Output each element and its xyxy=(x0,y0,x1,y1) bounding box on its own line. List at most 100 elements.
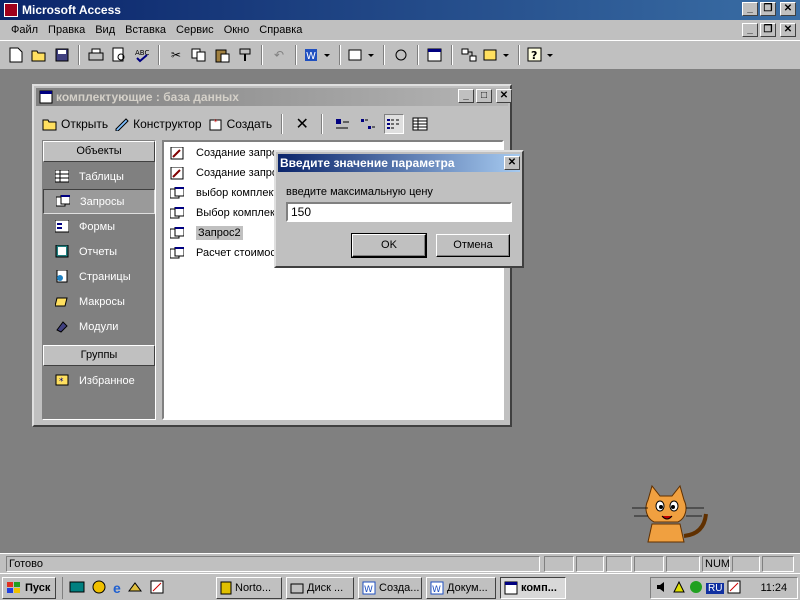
access-app-icon xyxy=(4,3,18,17)
app-window-controls: _ ❐ ✕ xyxy=(742,2,796,16)
cancel-button[interactable]: Отмена xyxy=(436,234,510,257)
channels-icon[interactable] xyxy=(127,579,143,598)
print-icon[interactable] xyxy=(86,45,106,65)
design-button[interactable]: Конструктор xyxy=(114,117,202,131)
internet-explorer-icon[interactable]: e xyxy=(113,580,121,596)
doc-close-icon[interactable]: ✕ xyxy=(780,23,796,37)
ok-button[interactable]: OK xyxy=(351,233,427,258)
status-cell xyxy=(544,556,574,572)
clock[interactable]: 11:24 xyxy=(760,582,787,594)
show-desktop-icon[interactable] xyxy=(69,579,85,598)
status-cell xyxy=(732,556,760,572)
query-icon xyxy=(56,195,70,207)
dialog-title-bar[interactable]: Введите значение параметра ✕ xyxy=(278,154,520,172)
dialog-title: Введите значение параметра xyxy=(280,156,455,170)
spelling-icon[interactable]: ABC xyxy=(132,45,152,65)
paste-icon[interactable] xyxy=(212,45,232,65)
new-object-icon[interactable] xyxy=(482,45,512,65)
design-button-label: Конструктор xyxy=(133,117,202,131)
properties-icon[interactable] xyxy=(425,45,445,65)
menu-help[interactable]: Справка xyxy=(254,24,307,36)
copy-icon[interactable] xyxy=(189,45,209,65)
form-icon xyxy=(55,220,69,233)
print-preview-icon[interactable] xyxy=(109,45,129,65)
doc-restore-icon[interactable]: ❐ xyxy=(760,23,776,37)
object-forms[interactable]: Формы xyxy=(43,214,155,239)
object-reports[interactable]: Отчеты xyxy=(43,239,155,264)
outlook-icon[interactable] xyxy=(91,579,107,598)
groups-header[interactable]: Группы xyxy=(43,345,155,366)
undo-icon[interactable]: ↶ xyxy=(269,45,289,65)
status-cell xyxy=(606,556,632,572)
object-modules[interactable]: Модули xyxy=(43,314,155,339)
db-close-icon[interactable]: ✕ xyxy=(496,89,512,103)
database-window-title-bar[interactable]: комплектующие : база данных _ □ ✕ xyxy=(36,88,512,106)
objects-header[interactable]: Объекты xyxy=(43,141,155,162)
format-painter-icon[interactable] xyxy=(235,45,255,65)
antivirus-icon[interactable] xyxy=(689,580,703,597)
office-links-icon[interactable]: W xyxy=(303,45,333,65)
menu-window[interactable]: Окно xyxy=(219,24,255,36)
start-label: Пуск xyxy=(25,582,51,594)
restore-icon[interactable]: ❐ xyxy=(760,2,776,16)
page-icon xyxy=(56,270,68,283)
create-button[interactable]: * Создать xyxy=(208,117,272,131)
object-macros[interactable]: Макросы xyxy=(43,289,155,314)
office-assistant-cat[interactable] xyxy=(628,480,712,551)
cut-icon[interactable]: ✂ xyxy=(166,45,186,65)
tray-app-icon[interactable] xyxy=(727,580,741,597)
new-icon[interactable] xyxy=(6,45,26,65)
task-word-create[interactable]: W Созда... xyxy=(358,577,422,599)
notes-icon[interactable] xyxy=(149,579,165,598)
save-icon[interactable] xyxy=(52,45,72,65)
parameter-input[interactable] xyxy=(286,202,512,222)
module-icon xyxy=(56,321,68,333)
volume-icon[interactable] xyxy=(655,580,669,597)
delete-icon[interactable]: ✕ xyxy=(292,114,312,134)
menu-view[interactable]: Вид xyxy=(90,24,120,36)
menu-edit[interactable]: Правка xyxy=(43,24,90,36)
doc-minimize-icon[interactable]: _ xyxy=(742,23,758,37)
task-norton[interactable]: Norto... xyxy=(216,577,282,599)
object-modules-label: Модули xyxy=(79,320,119,333)
small-icons-view-icon[interactable] xyxy=(358,114,378,134)
macro-icon xyxy=(55,297,68,307)
close-icon[interactable]: ✕ xyxy=(780,2,796,16)
analyze-icon[interactable] xyxy=(347,45,377,65)
code-icon[interactable] xyxy=(391,45,411,65)
large-icons-view-icon[interactable] xyxy=(332,114,352,134)
task-disk[interactable]: Диск ... xyxy=(286,577,354,599)
doc-window-controls: _ ❐ ✕ xyxy=(742,23,796,37)
object-pages[interactable]: Страницы xyxy=(43,264,155,289)
task-access[interactable]: комп... xyxy=(500,577,566,599)
minimize-icon[interactable]: _ xyxy=(742,2,758,16)
objects-bar: Объекты Таблицы Запросы Формы Отчеты Стр… xyxy=(42,140,156,420)
toolbar-separator xyxy=(321,114,324,134)
object-tables[interactable]: Таблицы xyxy=(43,164,155,189)
query-icon xyxy=(170,206,184,218)
db-maximize-icon[interactable]: □ xyxy=(476,89,492,103)
dialog-close-icon[interactable]: ✕ xyxy=(504,156,520,170)
task-word-doc[interactable]: W Докум... xyxy=(426,577,496,599)
db-minimize-icon[interactable]: _ xyxy=(458,89,474,103)
menu-file[interactable]: Файл xyxy=(6,24,43,36)
object-tables-label: Таблицы xyxy=(79,170,124,183)
group-favorites[interactable]: * Избранное xyxy=(43,368,155,393)
object-queries[interactable]: Запросы xyxy=(43,189,155,214)
language-indicator[interactable]: RU xyxy=(706,582,725,594)
network-icon[interactable] xyxy=(672,580,686,597)
help-icon[interactable]: ? xyxy=(526,45,556,65)
status-cell xyxy=(634,556,664,572)
open-button[interactable]: Открыть xyxy=(42,117,108,131)
menu-insert[interactable]: Вставка xyxy=(120,24,171,36)
object-macros-label: Макросы xyxy=(79,295,125,308)
svg-text:*: * xyxy=(59,377,64,387)
details-view-icon[interactable] xyxy=(410,114,430,134)
windows-logo-icon xyxy=(7,582,20,593)
menu-tools[interactable]: Сервис xyxy=(171,24,219,36)
list-view-icon[interactable] xyxy=(384,114,405,134)
start-button[interactable]: Пуск xyxy=(2,577,56,599)
parameter-dialog: Введите значение параметра ✕ введите мак… xyxy=(274,150,524,268)
open-icon[interactable] xyxy=(29,45,49,65)
relationships-icon[interactable] xyxy=(459,45,479,65)
